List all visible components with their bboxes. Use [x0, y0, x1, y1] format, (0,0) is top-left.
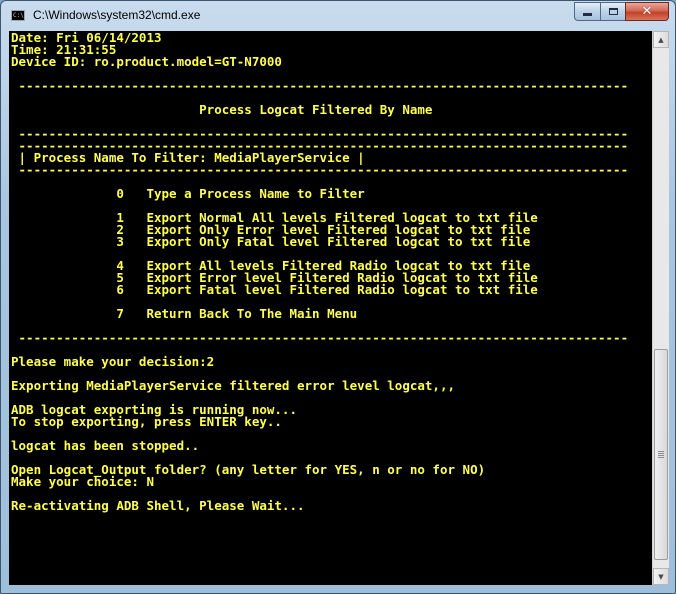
console-line: Please make your decision:2: [11, 354, 215, 369]
minimize-icon: [583, 13, 592, 16]
console-line: Make your choice: N: [11, 474, 154, 489]
cmd-window: C:\ C:\Windows\system32\cmd.exe ✕ Date: …: [0, 0, 676, 594]
scrollbar-thumb[interactable]: [654, 349, 668, 560]
console-output[interactable]: Date: Fri 06/14/2013 Time: 21:31:55 Device…: [9, 31, 652, 585]
scrollbar-grip-icon: [658, 450, 664, 459]
console-line: 7 Return Back To The Main Menu: [11, 306, 358, 321]
maximize-icon: [608, 8, 618, 15]
console-line: Re-activating ADB Shell, Please Wait...: [11, 498, 305, 513]
maximize-button[interactable]: [600, 2, 625, 21]
console-line: ----------------------------------------…: [11, 162, 629, 177]
console-line: 6 Export Fatal level Filtered Radio logc…: [11, 282, 538, 297]
scroll-down-arrow-icon[interactable]: ▼: [653, 568, 669, 585]
cmd-console-icon[interactable]: C:\: [11, 10, 25, 21]
vertical-scrollbar[interactable]: ▲ ▼: [652, 31, 669, 585]
console-line: ----------------------------------------…: [11, 330, 629, 345]
console-line: Exporting MediaPlayerService filtered er…: [11, 378, 456, 393]
console-line: Device ID: ro.product.model=GT-N7000: [11, 54, 282, 69]
console-line: To stop exporting, press ENTER key..: [11, 414, 282, 429]
console-line: ----------------------------------------…: [11, 78, 629, 93]
scroll-up-arrow-icon[interactable]: ▲: [653, 31, 669, 48]
console-text: Date: Fri 06/14/2013 Time: 21:31:55 Device…: [11, 31, 629, 513]
close-icon: ✕: [641, 4, 653, 19]
console-line: Process Logcat Filtered By Name: [11, 102, 433, 117]
console-line: 0 Type a Process Name to Filter: [11, 186, 365, 201]
close-button[interactable]: ✕: [625, 2, 669, 21]
minimize-button[interactable]: [574, 2, 600, 21]
title-bar[interactable]: C:\ C:\Windows\system32\cmd.exe ✕: [1, 1, 675, 31]
window-title: C:\Windows\system32\cmd.exe: [33, 8, 201, 22]
console-line: logcat has been stopped..: [11, 438, 200, 453]
caption-buttons: ✕: [574, 2, 669, 21]
console-line: 3 Export Only Fatal level Filtered logca…: [11, 234, 531, 249]
